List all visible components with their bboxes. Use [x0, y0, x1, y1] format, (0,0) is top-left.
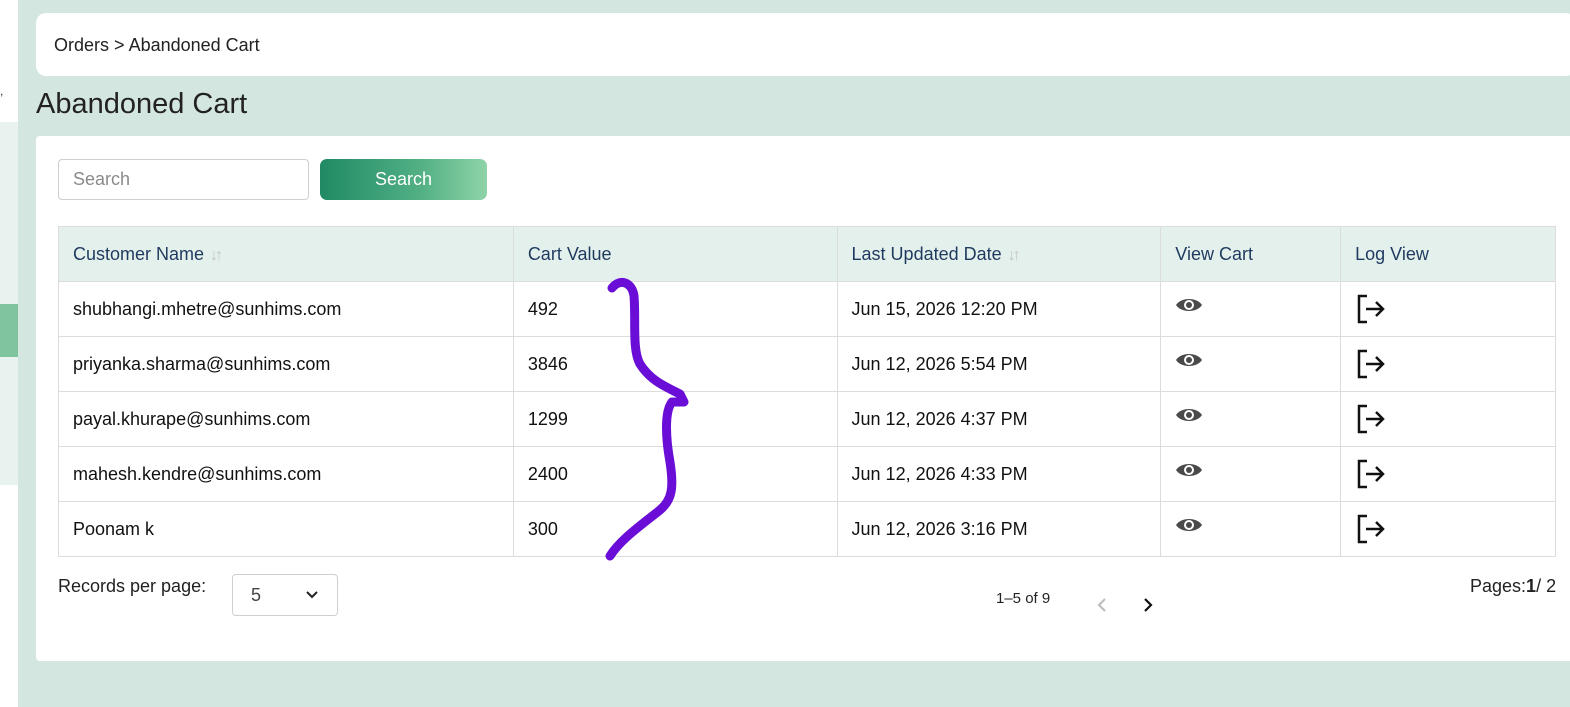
breadcrumb-parent[interactable]: Orders [54, 35, 109, 55]
cell-log-view [1340, 281, 1556, 337]
sort-icon[interactable]: ↓↑ [1008, 247, 1021, 264]
chevron-down-icon [306, 591, 318, 599]
sort-icon[interactable]: ↓↑ [210, 247, 223, 264]
cell-cart-value: 2400 [512, 446, 838, 502]
breadcrumb-current: Abandoned Cart [128, 35, 260, 55]
cell-date: Jun 12, 2026 5:54 PM [836, 336, 1162, 392]
cell-log-view [1340, 501, 1556, 557]
content-card: Search Customer Name↓↑ Cart Value Last U… [36, 136, 1570, 661]
logout-arrow-icon[interactable] [1355, 348, 1387, 380]
header-log-view: Log View [1340, 226, 1556, 282]
breadcrumb-separator: > [114, 35, 125, 55]
logout-arrow-icon[interactable] [1355, 403, 1387, 435]
chevron-right-icon[interactable] [1140, 595, 1156, 615]
cell-date: Jun 12, 2026 3:16 PM [836, 501, 1162, 557]
eye-icon[interactable] [1175, 515, 1203, 535]
header-customer-name[interactable]: Customer Name ↓↑ [58, 226, 514, 282]
breadcrumb: Orders > Abandoned Cart [36, 13, 1570, 76]
cell-view-cart [1160, 391, 1342, 447]
cell-view-cart [1160, 446, 1342, 502]
header-cart-value: Cart Value [512, 226, 838, 282]
total-pages: / 2 [1536, 576, 1557, 596]
cell-view-cart [1160, 281, 1342, 337]
abandoned-cart-table: Customer Name ↓↑ Cart Value Last Updated … [58, 226, 1556, 557]
pages-label: Pages: [1470, 576, 1527, 596]
sidebar-strip: , [0, 0, 18, 707]
cell-view-cart [1160, 336, 1342, 392]
cell-date: Jun 15, 2026 12:20 PM [836, 281, 1162, 337]
table-row: mahesh.kendre@sunhims.com 2400 Jun 12, 2… [58, 446, 1556, 502]
table-row: shubhangi.mhetre@sunhims.com 492 Jun 15,… [58, 281, 1556, 337]
pagination-range: 1–5 of 9 [996, 590, 1051, 607]
eye-icon[interactable] [1175, 405, 1203, 425]
sidebar-edge-mark: , [0, 84, 4, 98]
chevron-left-icon[interactable] [1094, 595, 1110, 615]
cell-customer: mahesh.kendre@sunhims.com [58, 446, 514, 502]
header-view-cart: View Cart [1160, 226, 1342, 282]
page-indicator: Pages:1/ 2 [1470, 576, 1556, 597]
cell-date: Jun 12, 2026 4:37 PM [836, 391, 1162, 447]
cell-cart-value: 1299 [512, 391, 838, 447]
cell-log-view [1340, 336, 1556, 392]
search-button[interactable]: Search [320, 159, 487, 200]
current-page: 1 [1526, 576, 1537, 596]
table-header-row: Customer Name ↓↑ Cart Value Last Updated … [58, 226, 1556, 282]
cell-customer: priyanka.sharma@sunhims.com [58, 336, 514, 392]
records-per-page-value: 5 [251, 584, 262, 605]
eye-icon[interactable] [1175, 295, 1203, 315]
records-per-page-label: Records per page: [58, 576, 207, 596]
records-per-page-select[interactable]: 5 [232, 574, 338, 616]
eye-icon[interactable] [1175, 350, 1203, 370]
cell-view-cart [1160, 501, 1342, 557]
sidebar-active-item[interactable] [0, 304, 18, 357]
logout-arrow-icon[interactable] [1355, 458, 1387, 490]
logout-arrow-icon[interactable] [1355, 513, 1387, 545]
header-last-updated-date[interactable]: Last Updated Date ↓↑ [836, 226, 1162, 282]
table-row: Poonam k 300 Jun 12, 2026 3:16 PM [58, 501, 1556, 557]
cell-date: Jun 12, 2026 4:33 PM [836, 446, 1162, 502]
eye-icon[interactable] [1175, 460, 1203, 480]
table-row: priyanka.sharma@sunhims.com 3846 Jun 12,… [58, 336, 1556, 392]
cell-log-view [1340, 446, 1556, 502]
table-row: payal.khurape@sunhims.com 1299 Jun 12, 2… [58, 391, 1556, 447]
cell-cart-value: 492 [512, 281, 838, 337]
cell-log-view [1340, 391, 1556, 447]
cell-customer: payal.khurape@sunhims.com [58, 391, 514, 447]
cell-cart-value: 300 [512, 501, 838, 557]
cell-customer: shubhangi.mhetre@sunhims.com [58, 281, 514, 337]
logout-arrow-icon[interactable] [1355, 293, 1387, 325]
cell-cart-value: 3846 [512, 336, 838, 392]
page-title: Abandoned Cart [36, 88, 248, 120]
cell-customer: Poonam k [58, 501, 514, 557]
search-input[interactable] [58, 159, 309, 200]
